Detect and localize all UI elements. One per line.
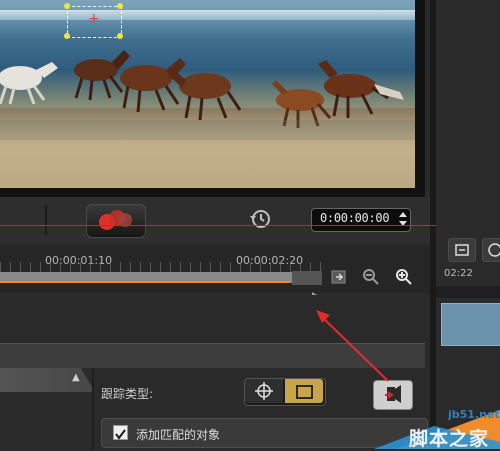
ruler-ticks (0, 262, 322, 272)
watermark-site: jb51.net (448, 408, 500, 421)
frame-border (0, 188, 425, 197)
add-matched-object-label: 添加匹配的对象 (136, 428, 221, 442)
playhead-line (0, 225, 436, 226)
frame-border (415, 0, 425, 197)
side-time-label: 02:22 (444, 268, 473, 279)
record-button[interactable] (86, 204, 146, 238)
zoom-in-icon[interactable] (395, 268, 413, 286)
timeline-progress (0, 281, 290, 283)
clock-button[interactable] (482, 238, 500, 262)
timeline-side-panel (436, 0, 500, 449)
tracker-handle[interactable] (117, 3, 123, 9)
annotation-arrow (316, 310, 389, 382)
divider (45, 205, 47, 235)
tracker-handle[interactable] (64, 33, 70, 39)
clip-thumbnail[interactable] (441, 303, 500, 346)
snap-icon[interactable] (331, 269, 347, 285)
side-track-header (436, 286, 500, 298)
timecode-value: 0:00:00:00 (320, 211, 390, 225)
track-type-label: 跟踪类型: (101, 387, 154, 401)
divider (92, 368, 94, 449)
trim-end-marker[interactable] (292, 271, 322, 285)
zoom-out-icon[interactable] (362, 268, 380, 286)
tracker-handle[interactable] (64, 3, 70, 9)
panel-tab[interactable] (0, 368, 95, 392)
fit-button[interactable] (448, 238, 476, 262)
crosshair-icon (255, 382, 273, 400)
tracker-handle[interactable] (117, 33, 123, 39)
collapse-up-icon[interactable]: ▲ (72, 372, 80, 383)
history-icon[interactable] (248, 207, 272, 231)
horses-image (0, 50, 415, 140)
video-preview[interactable] (0, 0, 415, 188)
add-matched-object-checkbox[interactable] (113, 425, 128, 440)
track-point-button[interactable] (245, 379, 283, 403)
tracker-center-icon: + (88, 11, 100, 27)
watermark-name: 脚本之家 (409, 428, 490, 450)
